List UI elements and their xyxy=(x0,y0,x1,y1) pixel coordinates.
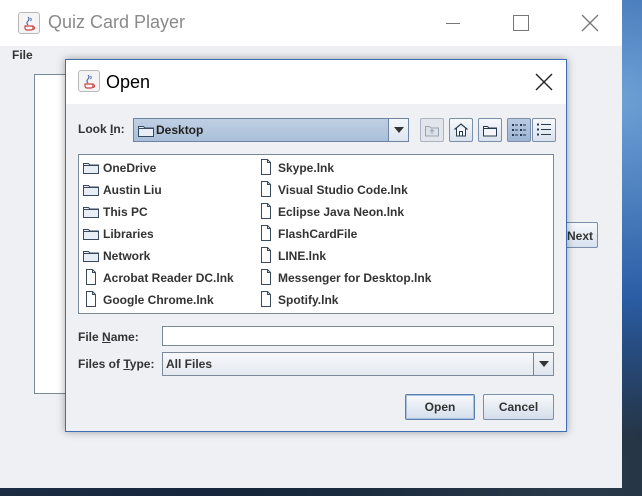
new-folder-icon xyxy=(483,126,497,137)
minimize-button[interactable] xyxy=(430,8,476,38)
folder-icon xyxy=(83,185,99,196)
chevron-down-icon xyxy=(539,361,549,367)
list-view-icon xyxy=(512,124,526,136)
home-button[interactable] xyxy=(449,118,473,142)
file-icon xyxy=(261,247,271,263)
look-in-dropdown-arrow[interactable] xyxy=(388,119,408,141)
file-icon xyxy=(261,269,271,285)
folder-icon xyxy=(83,251,99,262)
folder-icon xyxy=(83,229,99,240)
java-app-icon xyxy=(78,70,100,92)
open-file-dialog: Open Look In: Desktop OneDrive Austin Li… xyxy=(65,59,567,432)
home-icon xyxy=(454,123,468,137)
look-in-value: Desktop xyxy=(156,123,204,137)
list-view-button[interactable] xyxy=(507,118,531,142)
file-icon xyxy=(261,159,271,175)
up-one-level-button[interactable] xyxy=(420,118,444,142)
close-window-button[interactable] xyxy=(566,8,612,38)
files-of-type-label: Files of Type: xyxy=(78,357,155,371)
files-of-type-dropdown-arrow[interactable] xyxy=(533,353,553,375)
open-button[interactable]: Open xyxy=(405,394,475,420)
file-name-input[interactable] xyxy=(162,326,554,346)
new-folder-button[interactable] xyxy=(478,118,502,142)
dialog-titlebar[interactable]: Open xyxy=(66,60,566,104)
details-view-icon xyxy=(537,123,551,136)
up-folder-icon xyxy=(425,126,439,137)
look-in-label: Look In: xyxy=(78,122,125,136)
folder-icon xyxy=(83,163,99,174)
chevron-down-icon xyxy=(394,127,404,133)
java-app-icon xyxy=(18,12,40,34)
cancel-button[interactable]: Cancel xyxy=(483,394,554,420)
main-titlebar[interactable]: Quiz Card Player xyxy=(0,0,622,46)
close-icon xyxy=(535,73,553,91)
dialog-title: Open xyxy=(106,72,151,92)
files-of-type-combobox[interactable]: All Files xyxy=(162,352,554,376)
file-name-label: File Name: xyxy=(78,330,139,344)
main-window-title: Quiz Card Player xyxy=(48,12,186,32)
file-icon xyxy=(261,203,271,219)
file-icon xyxy=(86,291,96,307)
file-list[interactable]: OneDrive Austin Liu This PC Libraries Ne… xyxy=(78,154,554,314)
folder-icon xyxy=(83,207,99,218)
file-icon xyxy=(261,225,271,241)
close-icon xyxy=(581,14,599,32)
dialog-close-button[interactable] xyxy=(528,70,558,96)
file-icon xyxy=(261,291,271,307)
file-icon xyxy=(86,269,96,285)
folder-icon xyxy=(138,126,154,137)
look-in-combobox[interactable]: Desktop xyxy=(133,118,409,142)
menu-file[interactable]: File xyxy=(12,48,33,62)
details-view-button[interactable] xyxy=(532,118,556,142)
file-icon xyxy=(261,181,271,197)
files-of-type-value: All Files xyxy=(166,357,213,371)
maximize-button[interactable] xyxy=(496,8,542,38)
